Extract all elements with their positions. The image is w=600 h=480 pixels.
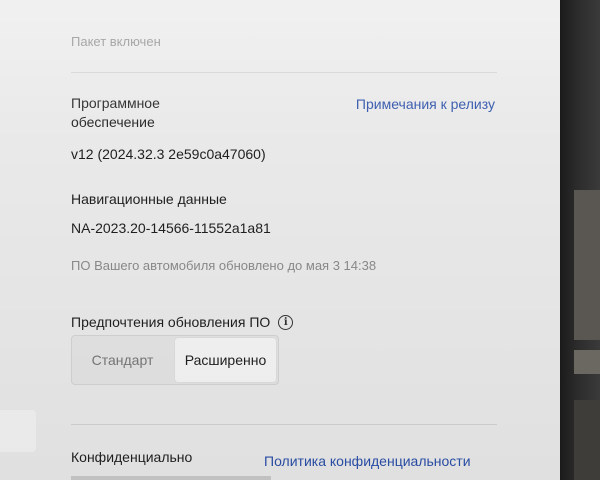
next-section-edge	[71, 476, 271, 480]
divider	[71, 72, 497, 73]
divider	[71, 424, 497, 425]
info-icon[interactable]: i	[278, 315, 294, 330]
privacy-label: Конфиденциально	[71, 449, 193, 465]
privacy-policy-link[interactable]: Политика конфиденциальности	[264, 453, 471, 469]
settings-screen: Пакет включен Программное обеспечение Пр…	[0, 0, 560, 480]
background-surface	[574, 350, 600, 374]
release-notes-link[interactable]: Примечания к релизу	[356, 96, 495, 112]
screen-bezel	[560, 0, 600, 480]
software-label: Программное обеспечение	[71, 95, 160, 130]
navigation-data-version: NA-2023.20-14566-11552a1a81	[71, 220, 271, 236]
option-standard[interactable]: Стандарт	[72, 336, 173, 384]
package-status: Пакет включен	[71, 34, 161, 49]
navigation-data-label: Навигационные данные	[71, 191, 227, 207]
software-version: v12 (2024.32.3 2e59c0a47060)	[71, 146, 266, 162]
background-surface	[574, 190, 600, 340]
background-surface	[574, 400, 600, 480]
side-panel-tab	[0, 410, 36, 452]
update-preferences-header: Предпочтения обновления ПО i	[71, 313, 294, 332]
option-advanced[interactable]: Расширенно	[175, 338, 276, 382]
update-status-text: ПО Вашего автомобиля обновлено до мая 3 …	[71, 258, 377, 273]
update-preference-selector: Стандарт Расширенно	[71, 335, 279, 385]
update-preferences-label: Предпочтения обновления ПО	[71, 314, 271, 330]
